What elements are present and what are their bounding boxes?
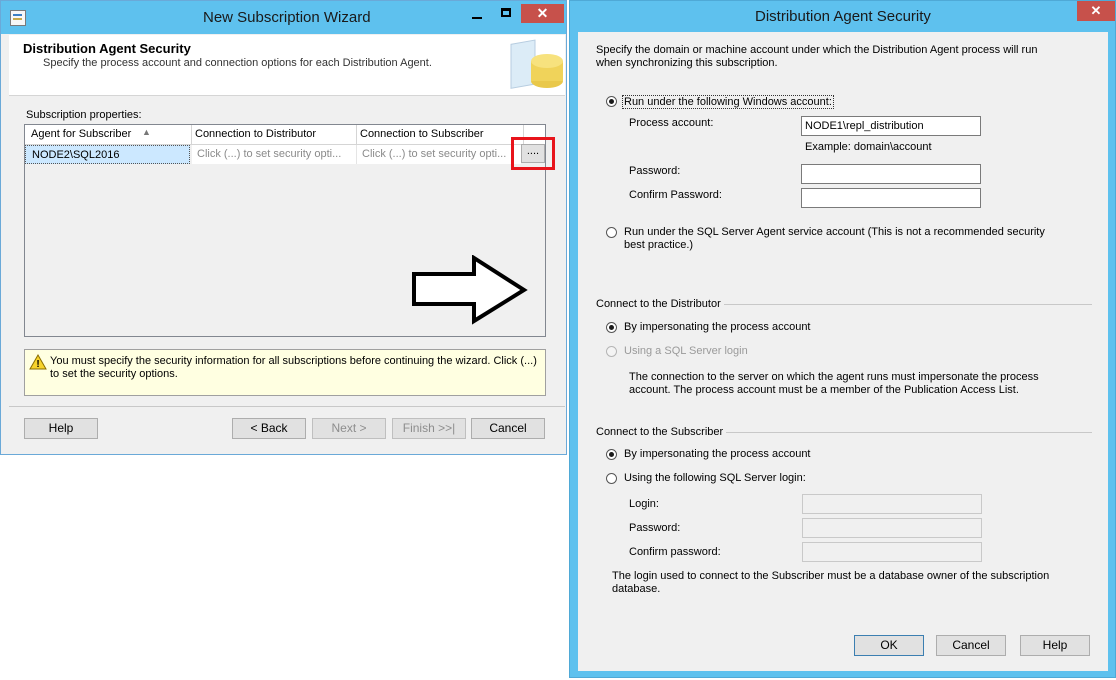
subscriber-divider: [726, 432, 1092, 433]
dialog-body: Specify the domain or machine account un…: [578, 32, 1108, 671]
page-title: Distribution Agent Security: [23, 41, 191, 56]
maximize-button[interactable]: [492, 4, 520, 23]
sub-impersonate-radio[interactable]: [606, 449, 617, 460]
database-graphic-icon: [507, 39, 565, 95]
run-agent-service-label[interactable]: Run under the SQL Server Agent service a…: [624, 226, 1064, 252]
right-arrow-icon: [410, 254, 530, 325]
table-row[interactable]: NODE2\SQL2016 Click (...) to set securit…: [25, 145, 545, 165]
column-header-distributor[interactable]: Connection to Distributor: [192, 125, 357, 144]
wizard-title-bar: New Subscription Wizard ✕: [1, 1, 566, 34]
column-header-agent[interactable]: Agent for Subscriber ▲: [25, 125, 192, 144]
intro-text: Specify the domain or machine account un…: [596, 44, 1038, 69]
sub-password-label: Password:: [629, 522, 681, 534]
sub-confirm-password-label: Confirm password:: [629, 546, 721, 558]
dist-sql-login-label[interactable]: Using a SQL Server login: [624, 345, 748, 357]
app-icon: [10, 10, 26, 26]
finish-button[interactable]: Finish >>|: [392, 418, 466, 439]
footer-divider: [9, 406, 565, 407]
close-icon: ✕: [536, 5, 549, 21]
dialog-cancel-button[interactable]: Cancel: [936, 635, 1006, 656]
grid-header: Agent for Subscriber ▲ Connection to Dis…: [25, 125, 545, 145]
row-agent-cell[interactable]: NODE2\SQL2016: [25, 145, 190, 164]
dist-sql-login-radio[interactable]: [606, 346, 617, 357]
back-button[interactable]: < Back: [232, 418, 306, 439]
process-account-input[interactable]: NODE1\repl_distribution: [801, 116, 981, 136]
dist-impersonate-label[interactable]: By impersonating the process account: [624, 321, 811, 333]
warning-icon: !: [29, 353, 47, 370]
login-input[interactable]: [802, 494, 982, 514]
dialog-close-button[interactable]: ✕: [1077, 1, 1115, 21]
subscriber-note: The login used to connect to the Subscri…: [612, 570, 1050, 595]
example-text: Example: domain\account: [805, 141, 932, 153]
login-label: Login:: [629, 498, 659, 510]
distributor-note: The connection to the server on which th…: [629, 371, 1039, 396]
wizard-header: Distribution Agent Security Specify the …: [9, 35, 565, 95]
ellipsis-button[interactable]: ....: [521, 144, 545, 163]
distribution-agent-security-dialog: Distribution Agent Security ✕ Specify th…: [569, 0, 1116, 678]
sub-password-input[interactable]: [802, 518, 982, 538]
maximize-icon: [501, 8, 511, 17]
warning-panel: ! You must specify the security informat…: [24, 349, 546, 396]
sub-sql-login-label[interactable]: Using the following SQL Server login:: [624, 472, 806, 484]
column-header-subscriber[interactable]: Connection to Subscriber: [357, 125, 524, 144]
next-button[interactable]: Next >: [312, 418, 386, 439]
minimize-button[interactable]: [463, 4, 491, 23]
connect-subscriber-heading: Connect to the Subscriber: [596, 426, 724, 438]
run-agent-service-radio[interactable]: [606, 227, 617, 238]
process-account-label: Process account:: [629, 117, 714, 129]
sort-ascending-icon: ▲: [142, 127, 151, 137]
run-windows-account-label[interactable]: Run under the following Windows account:: [622, 95, 834, 109]
password-label: Password:: [629, 165, 681, 177]
dist-impersonate-radio[interactable]: [606, 322, 617, 333]
confirm-password-input[interactable]: [801, 188, 981, 208]
sub-impersonate-label[interactable]: By impersonating the process account: [624, 448, 811, 460]
row-distributor-cell[interactable]: Click (...) to set security opti...: [192, 145, 357, 164]
close-button[interactable]: ✕: [521, 4, 564, 23]
wizard-title: New Subscription Wizard: [203, 9, 371, 26]
new-subscription-wizard-window: New Subscription Wizard ✕ Distribution A…: [0, 0, 567, 455]
run-windows-account-radio[interactable]: [606, 96, 617, 107]
row-subscriber-cell[interactable]: Click (...) to set security opti...: [357, 145, 521, 164]
close-icon: ✕: [1090, 3, 1102, 18]
cancel-button[interactable]: Cancel: [471, 418, 545, 439]
page-subtitle: Specify the process account and connecti…: [43, 57, 432, 69]
help-button[interactable]: Help: [24, 418, 98, 439]
dialog-title: Distribution Agent Security: [755, 8, 931, 25]
password-input[interactable]: [801, 164, 981, 184]
ok-button[interactable]: OK: [854, 635, 924, 656]
subscription-properties-label: Subscription properties:: [26, 109, 142, 121]
distributor-divider: [724, 304, 1092, 305]
sub-confirm-password-input[interactable]: [802, 542, 982, 562]
connect-distributor-heading: Connect to the Distributor: [596, 298, 721, 310]
sub-sql-login-radio[interactable]: [606, 473, 617, 484]
header-divider: [9, 95, 565, 96]
warning-text: You must specify the security informatio…: [50, 355, 537, 380]
dialog-help-button[interactable]: Help: [1020, 635, 1090, 656]
confirm-password-label: Confirm Password:: [629, 189, 722, 201]
svg-text:!: !: [36, 359, 39, 370]
minimize-icon: [472, 17, 482, 19]
